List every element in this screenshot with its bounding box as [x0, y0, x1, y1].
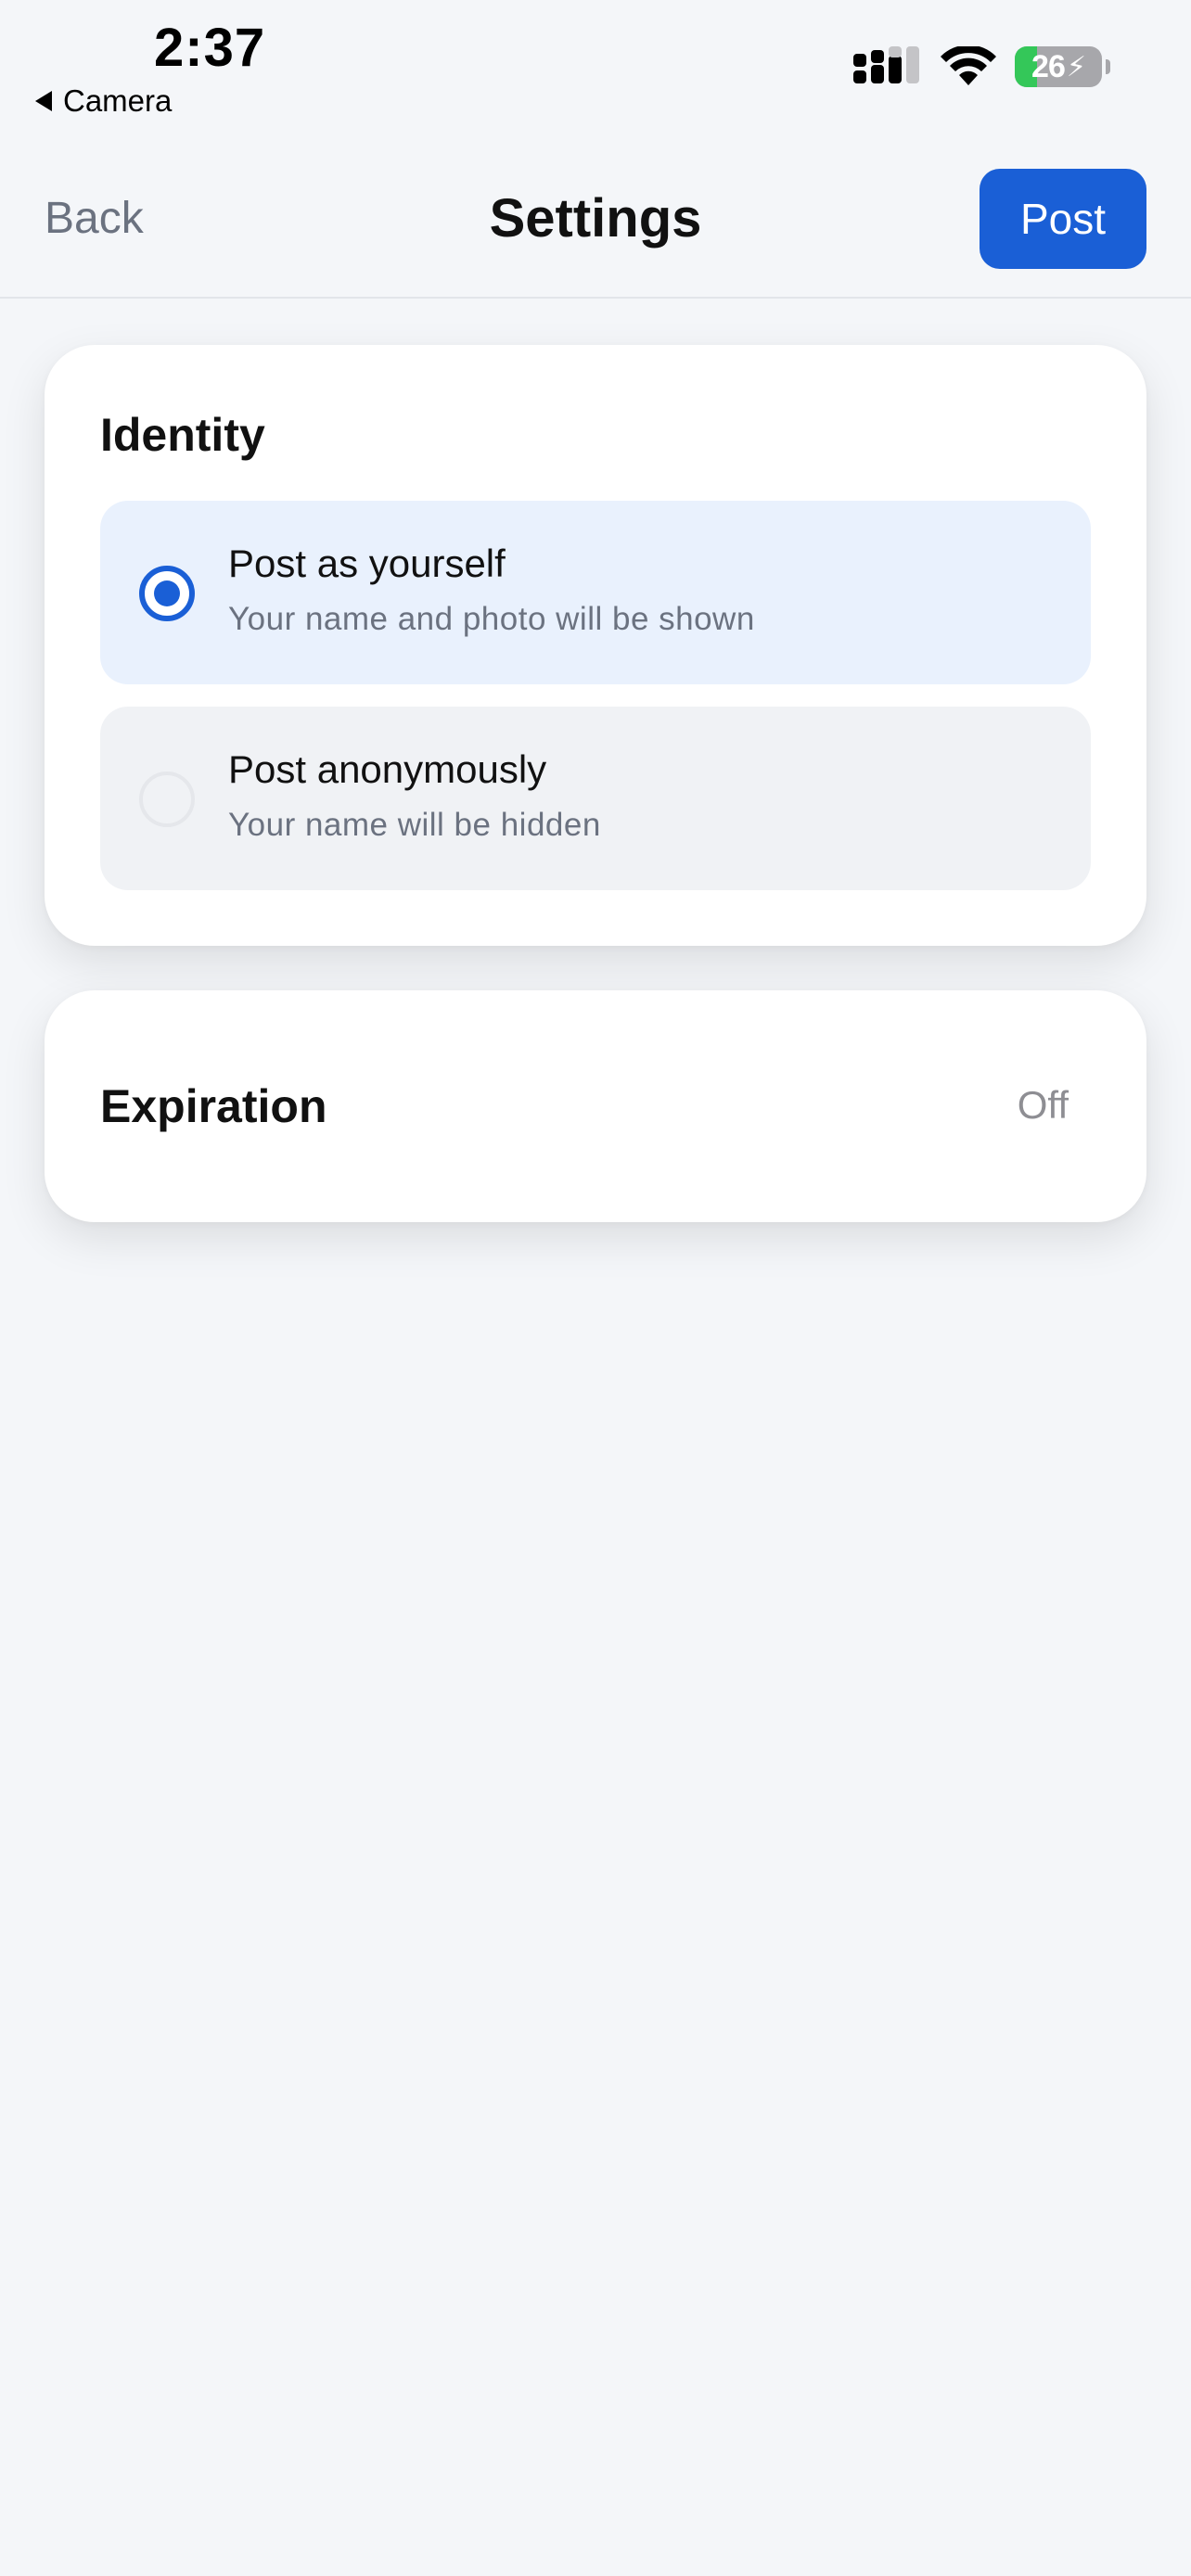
- radio-selected-icon[interactable]: [139, 566, 195, 621]
- option-title: Post as yourself: [228, 542, 506, 585]
- battery-level: 26: [1031, 48, 1066, 84]
- expiration-label: Expiration: [100, 1080, 327, 1132]
- wifi-icon: [941, 46, 996, 85]
- identity-section-title: Identity: [100, 409, 265, 461]
- back-button[interactable]: Back: [45, 193, 144, 244]
- option-subtitle: Your name and photo will be shown: [228, 601, 755, 637]
- charging-bolt-icon: ⚡: [1066, 51, 1086, 83]
- navigation-bar: Settings Back Post: [0, 158, 1191, 299]
- battery-nub: [1106, 59, 1110, 74]
- status-time: 2:37: [154, 18, 266, 78]
- back-to-app-label: Camera: [63, 83, 173, 118]
- status-bar: 2:37 Camera 26 ⚡: [0, 0, 1191, 139]
- option-subtitle: Your name will be hidden: [228, 807, 601, 843]
- option-title: Post anonymously: [228, 747, 547, 791]
- post-button[interactable]: Post: [980, 169, 1146, 269]
- expiration-value: Off: [1017, 1083, 1069, 1127]
- option-post-as-yourself[interactable]: Post as yourself Your name and photo wil…: [100, 501, 1091, 684]
- back-to-app-link[interactable]: Camera: [35, 83, 172, 119]
- expiration-row[interactable]: Expiration Off: [45, 990, 1146, 1222]
- identity-card: Identity Post as yourself Your name and …: [45, 345, 1146, 946]
- back-triangle-icon: [35, 91, 52, 111]
- radio-unselected-icon[interactable]: [139, 772, 195, 827]
- option-post-anonymously[interactable]: Post anonymously Your name will be hidde…: [100, 707, 1091, 890]
- cellular-signal-icon: [853, 46, 919, 83]
- battery-charging-icon: 26 ⚡: [1015, 46, 1102, 87]
